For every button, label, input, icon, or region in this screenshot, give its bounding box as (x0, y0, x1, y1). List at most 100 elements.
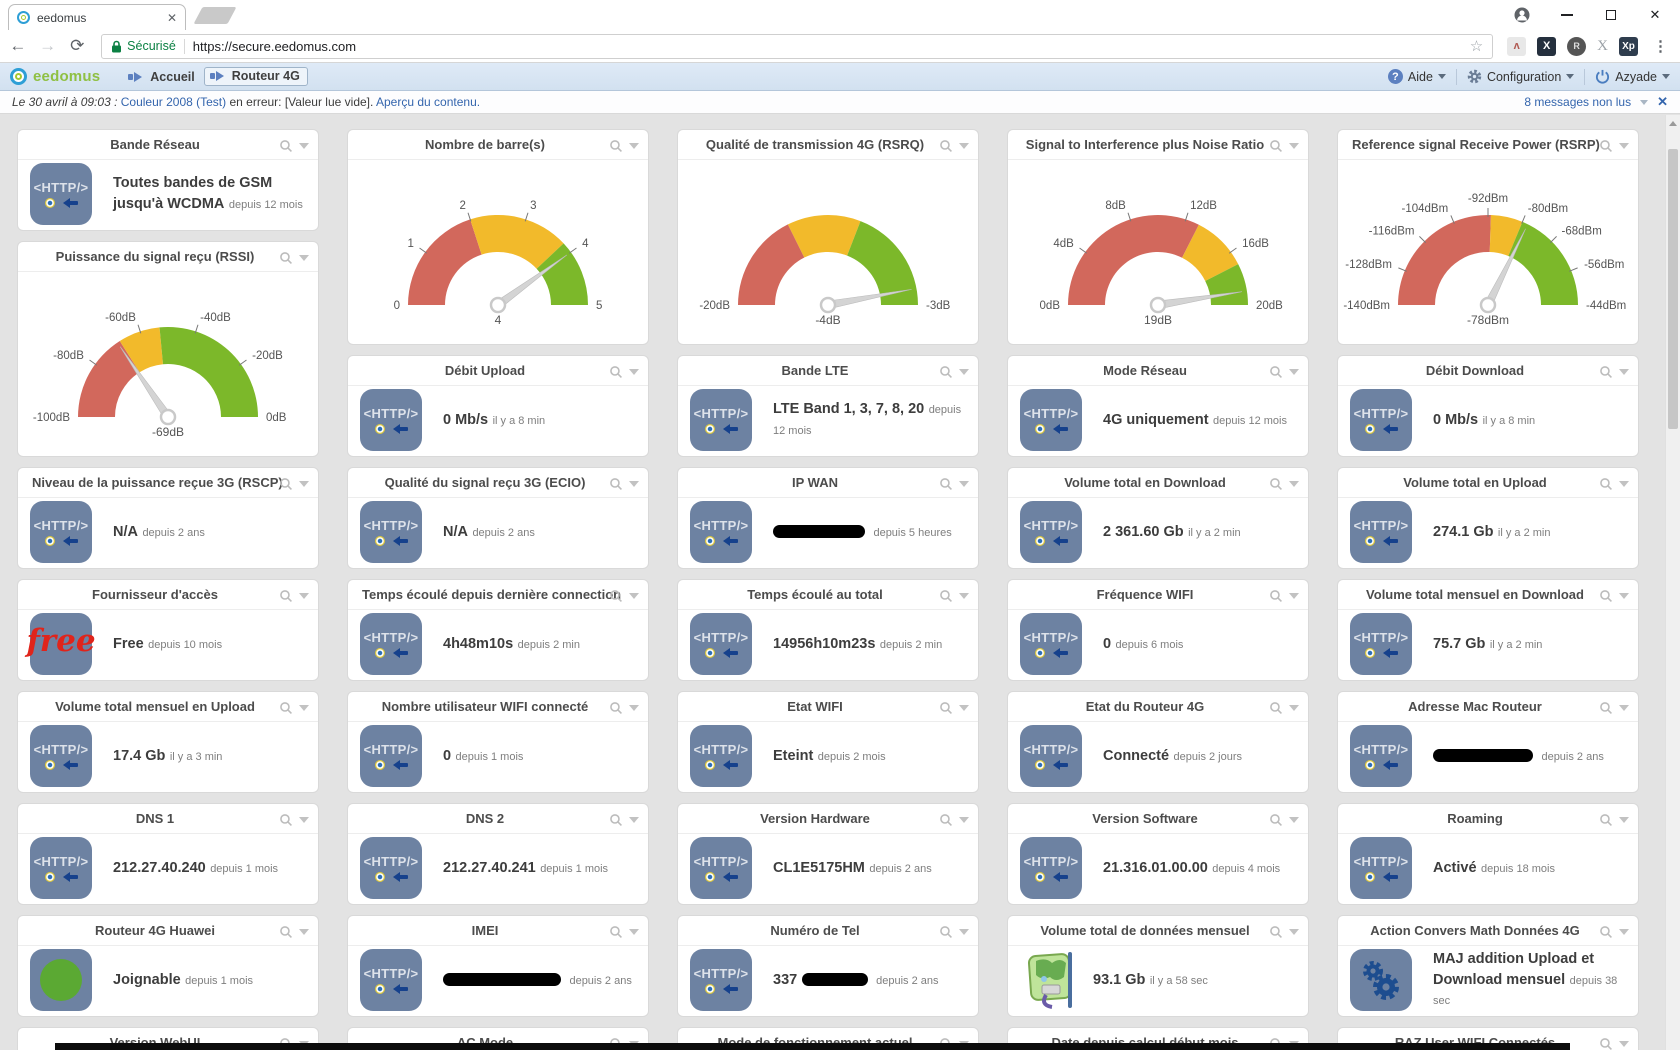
chevron-down-icon[interactable] (959, 369, 969, 380)
chevron-down-icon[interactable] (629, 481, 639, 492)
magnifier-icon[interactable] (1599, 477, 1613, 491)
chevron-down-icon[interactable] (299, 929, 309, 940)
magnifier-icon[interactable] (1599, 589, 1613, 603)
magnifier-icon[interactable] (939, 589, 953, 603)
profile-icon[interactable] (1514, 7, 1530, 23)
browser-tab[interactable]: eedomus ✕ (8, 4, 186, 30)
extension-x-dark-icon[interactable]: X (1537, 37, 1556, 56)
magnifier-icon[interactable] (1599, 1037, 1613, 1050)
magnifier-icon[interactable] (279, 251, 293, 265)
notification-error-link[interactable]: Couleur 2008 (Test) (121, 95, 226, 109)
chevron-down-icon[interactable] (959, 705, 969, 716)
url-omnibox[interactable]: Sécurisé https://secure.eedomus.com ☆ (101, 34, 1493, 59)
magnifier-icon[interactable] (279, 701, 293, 715)
chevron-down-icon[interactable] (1619, 817, 1629, 828)
chevron-down-icon[interactable] (959, 481, 969, 492)
close-notification-icon[interactable]: ✕ (1657, 94, 1668, 110)
magnifier-icon[interactable] (1599, 365, 1613, 379)
chevron-down-icon[interactable] (1619, 143, 1629, 154)
chevron-down-icon[interactable] (959, 143, 969, 154)
breadcrumb-current-page[interactable]: Routeur 4G (204, 67, 308, 86)
window-close-button[interactable]: ✕ (1648, 8, 1662, 22)
chevron-down-icon[interactable] (299, 143, 309, 154)
chevron-down-icon[interactable] (959, 929, 969, 940)
magnifier-icon[interactable] (1599, 701, 1613, 715)
magnifier-icon[interactable] (1269, 925, 1283, 939)
magnifier-icon[interactable] (279, 813, 293, 827)
chevron-down-icon[interactable] (629, 817, 639, 828)
chevron-down-icon[interactable] (1640, 100, 1648, 109)
magnifier-icon[interactable] (1269, 477, 1283, 491)
chevron-down-icon[interactable] (1619, 1041, 1629, 1050)
magnifier-icon[interactable] (279, 925, 293, 939)
magnifier-icon[interactable] (609, 589, 623, 603)
chevron-down-icon[interactable] (629, 593, 639, 604)
magnifier-icon[interactable] (1599, 139, 1613, 153)
extension-circle-icon[interactable]: R (1567, 37, 1586, 56)
eedomus-logo[interactable]: eedomus (10, 68, 100, 85)
chevron-down-icon[interactable] (1289, 481, 1299, 492)
chevron-down-icon[interactable] (1289, 929, 1299, 940)
chevron-down-icon[interactable] (629, 705, 639, 716)
extension-x-gray-icon[interactable]: X (1597, 38, 1608, 55)
magnifier-icon[interactable] (1599, 813, 1613, 827)
magnifier-icon[interactable] (939, 139, 953, 153)
magnifier-icon[interactable] (279, 589, 293, 603)
reload-button[interactable]: ⟳ (67, 36, 87, 56)
help-menu[interactable]: ? Aide (1388, 69, 1446, 84)
magnifier-icon[interactable] (1269, 365, 1283, 379)
chevron-down-icon[interactable] (959, 593, 969, 604)
user-menu[interactable]: Azyade (1595, 69, 1670, 84)
chevron-down-icon[interactable] (1289, 143, 1299, 154)
chevron-down-icon[interactable] (299, 481, 309, 492)
bookmark-star-icon[interactable]: ☆ (1470, 37, 1483, 55)
magnifier-icon[interactable] (609, 365, 623, 379)
chevron-down-icon[interactable] (1619, 593, 1629, 604)
chevron-down-icon[interactable] (1289, 593, 1299, 604)
chevron-down-icon[interactable] (629, 143, 639, 154)
scrollbar-thumb[interactable] (1668, 149, 1678, 429)
chevron-down-icon[interactable] (1619, 481, 1629, 492)
magnifier-icon[interactable] (1269, 139, 1283, 153)
breadcrumb-home[interactable]: Accueil (128, 70, 194, 84)
magnifier-icon[interactable] (279, 139, 293, 153)
magnifier-icon[interactable] (939, 477, 953, 491)
new-tab-button[interactable] (193, 7, 236, 24)
magnifier-icon[interactable] (1599, 925, 1613, 939)
magnifier-icon[interactable] (609, 925, 623, 939)
chevron-down-icon[interactable] (959, 817, 969, 828)
chevron-down-icon[interactable] (1619, 929, 1629, 940)
magnifier-icon[interactable] (609, 701, 623, 715)
magnifier-icon[interactable] (1269, 701, 1283, 715)
chevron-down-icon[interactable] (1289, 817, 1299, 828)
magnifier-icon[interactable] (939, 365, 953, 379)
unread-messages-link[interactable]: 8 messages non lus (1524, 95, 1631, 109)
magnifier-icon[interactable] (279, 477, 293, 491)
magnifier-icon[interactable] (609, 813, 623, 827)
chevron-down-icon[interactable] (1619, 369, 1629, 380)
magnifier-icon[interactable] (939, 701, 953, 715)
chevron-down-icon[interactable] (299, 593, 309, 604)
chevron-down-icon[interactable] (629, 369, 639, 380)
browser-menu-icon[interactable]: ⋮ (1649, 37, 1672, 55)
chevron-down-icon[interactable] (1289, 369, 1299, 380)
magnifier-icon[interactable] (939, 925, 953, 939)
extension-pdf-icon[interactable]: ᴧ (1507, 37, 1526, 56)
chevron-down-icon[interactable] (299, 817, 309, 828)
back-button[interactable]: ← (8, 36, 28, 56)
chevron-down-icon[interactable] (629, 929, 639, 940)
chevron-down-icon[interactable] (1619, 705, 1629, 716)
magnifier-icon[interactable] (609, 139, 623, 153)
chevron-down-icon[interactable] (1289, 705, 1299, 716)
tab-close-icon[interactable]: ✕ (167, 11, 177, 25)
notification-preview-link[interactable]: Aperçu du contenu. (376, 95, 480, 109)
magnifier-icon[interactable] (609, 477, 623, 491)
extension-xp-icon[interactable]: Xp (1619, 37, 1638, 56)
magnifier-icon[interactable] (1269, 813, 1283, 827)
chevron-down-icon[interactable] (299, 255, 309, 266)
chevron-down-icon[interactable] (299, 705, 309, 716)
forward-button[interactable]: → (38, 36, 58, 56)
magnifier-icon[interactable] (939, 813, 953, 827)
window-maximize-button[interactable] (1604, 8, 1618, 22)
configuration-menu[interactable]: Configuration (1467, 69, 1574, 84)
